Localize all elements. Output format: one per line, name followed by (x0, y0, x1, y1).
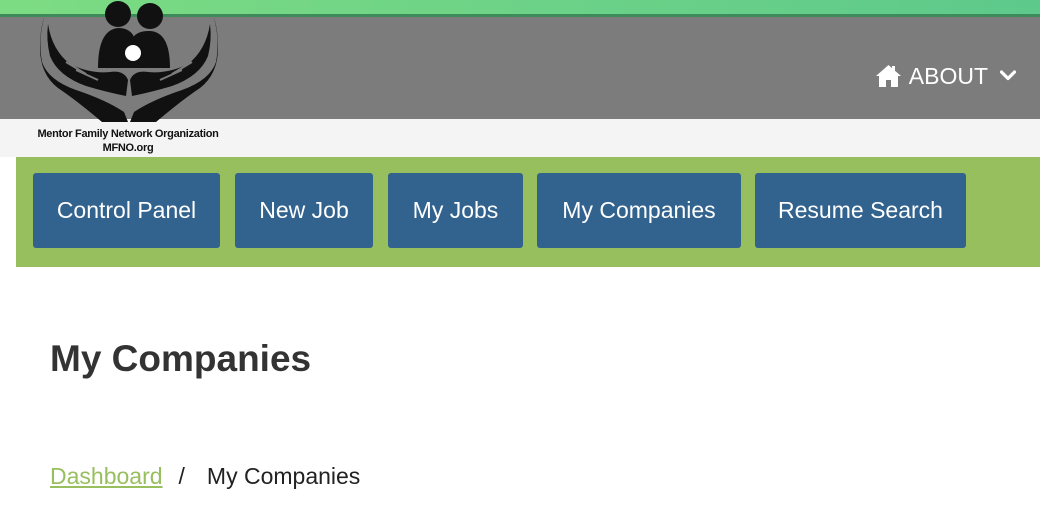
breadcrumb-current: My Companies (206, 463, 361, 489)
new-job-button[interactable]: New Job (235, 173, 373, 248)
control-panel-button[interactable]: Control Panel (33, 173, 220, 248)
page-title: My Companies (50, 338, 312, 379)
logo-hands-family-icon (40, 1, 218, 122)
logo-org-name: Mentor Family Network Organization (37, 128, 219, 140)
breadcrumb: Dashboard / My Companies (50, 460, 360, 492)
breadcrumb-dashboard-link[interactable]: Dashboard (50, 460, 163, 492)
logo-text: Mentor Family Network Organization MFNO.… (30, 127, 226, 155)
about-label: ABOUT (908, 62, 988, 89)
home-icon (875, 65, 901, 87)
logo-org-site: MFNO.org (102, 142, 154, 154)
resume-search-button[interactable]: Resume Search (755, 173, 966, 248)
dashboard-nav: Control Panel New Job My Jobs My Compani… (16, 157, 1040, 267)
my-companies-button[interactable]: My Companies (537, 173, 741, 248)
breadcrumb-separator: / (178, 463, 185, 489)
site-logo[interactable]: Mentor Family Network Organization MFNO.… (30, 0, 226, 158)
chevron-down-icon (1000, 70, 1016, 81)
my-jobs-button[interactable]: My Jobs (388, 173, 523, 248)
about-menu[interactable]: ABOUT (875, 60, 1016, 92)
